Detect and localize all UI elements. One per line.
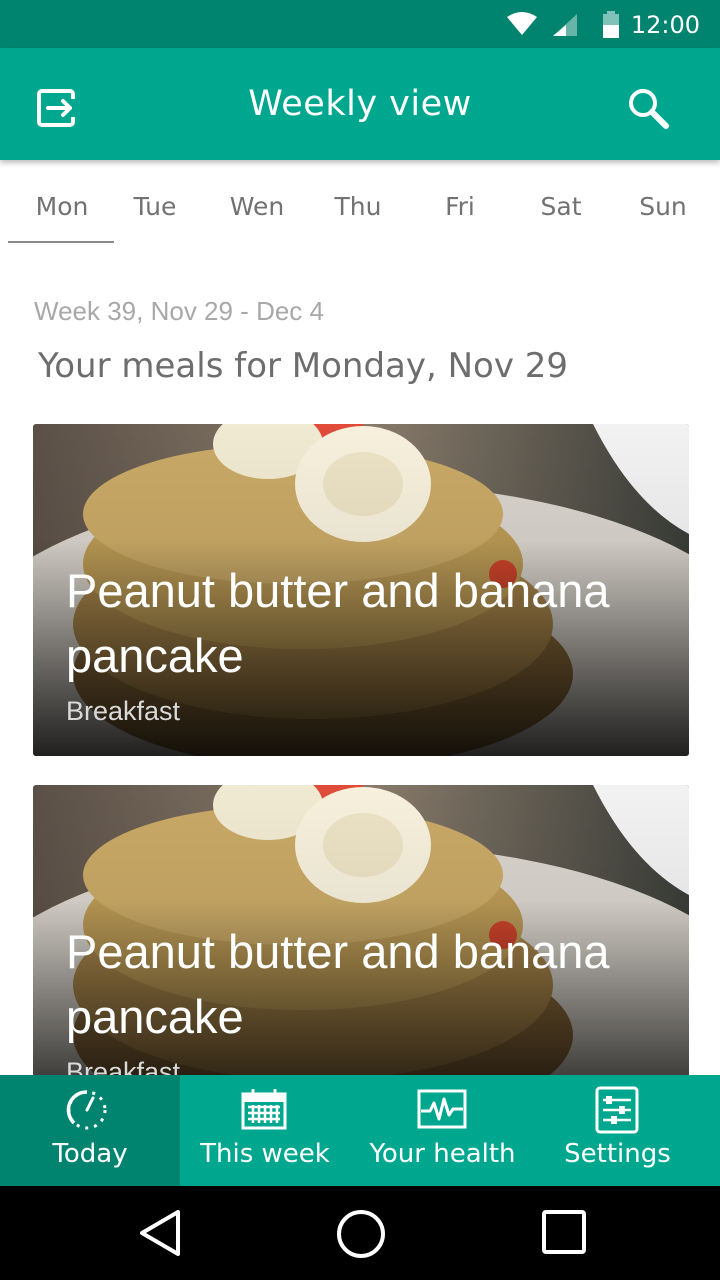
status-time: 12:00 [630,11,700,39]
nav-your-health[interactable]: Your health [350,1075,535,1186]
nav-label: Settings [564,1139,671,1169]
meal-card[interactable]: Peanut butter and banana pancake Breakfa… [33,424,689,756]
nav-label: Your health [369,1139,516,1169]
nav-today[interactable]: Today [0,1075,180,1186]
tab-sun[interactable]: Sun [611,192,715,221]
calendar-icon [241,1089,287,1130]
week-label: Week 39, Nov 29 - Dec 4 [34,296,324,326]
meal-type: Breakfast [66,696,181,726]
nav-this-week[interactable]: This week [180,1075,350,1186]
battery-icon [603,11,619,38]
day-tabs: Mon Tue Wen Thu Fri Sat Sun [0,160,720,244]
tab-sat[interactable]: Sat [509,192,613,221]
back-icon[interactable] [136,1208,186,1258]
signal-icon [553,14,577,36]
clock-dashed-icon [66,1090,107,1130]
status-bar: 12:00 [0,0,720,48]
selected-tab-indicator [8,241,114,243]
nav-label: This week [200,1139,330,1169]
settings-sliders-icon [595,1086,639,1134]
tab-wen[interactable]: Wen [205,192,309,221]
search-icon[interactable] [626,86,670,130]
app-bar: Weekly view [0,48,720,160]
page-title: Weekly view [248,84,472,124]
wifi-icon [507,12,537,35]
meal-title: Peanut butter and banana pancake [66,925,610,1043]
home-icon[interactable] [335,1208,387,1260]
tab-thu[interactable]: Thu [306,192,410,221]
tab-fri[interactable]: Fri [408,192,512,221]
system-navigation-bar [0,1186,720,1280]
recents-icon[interactable] [540,1208,588,1256]
nav-settings[interactable]: Settings [535,1075,700,1186]
bottom-navigation: Today This week Your health Settings [0,1075,720,1186]
meal-title: Peanut butter and banana pancake [66,564,610,682]
tab-tue[interactable]: Tue [103,192,207,221]
meal-card[interactable]: Peanut butter and banana pancake Breakfa… [33,785,689,1117]
meals-heading: Your meals for Monday, Nov 29 [38,346,569,386]
nav-label: Today [52,1139,128,1169]
tab-mon[interactable]: Mon [10,192,114,221]
heart-rate-icon [417,1089,467,1129]
